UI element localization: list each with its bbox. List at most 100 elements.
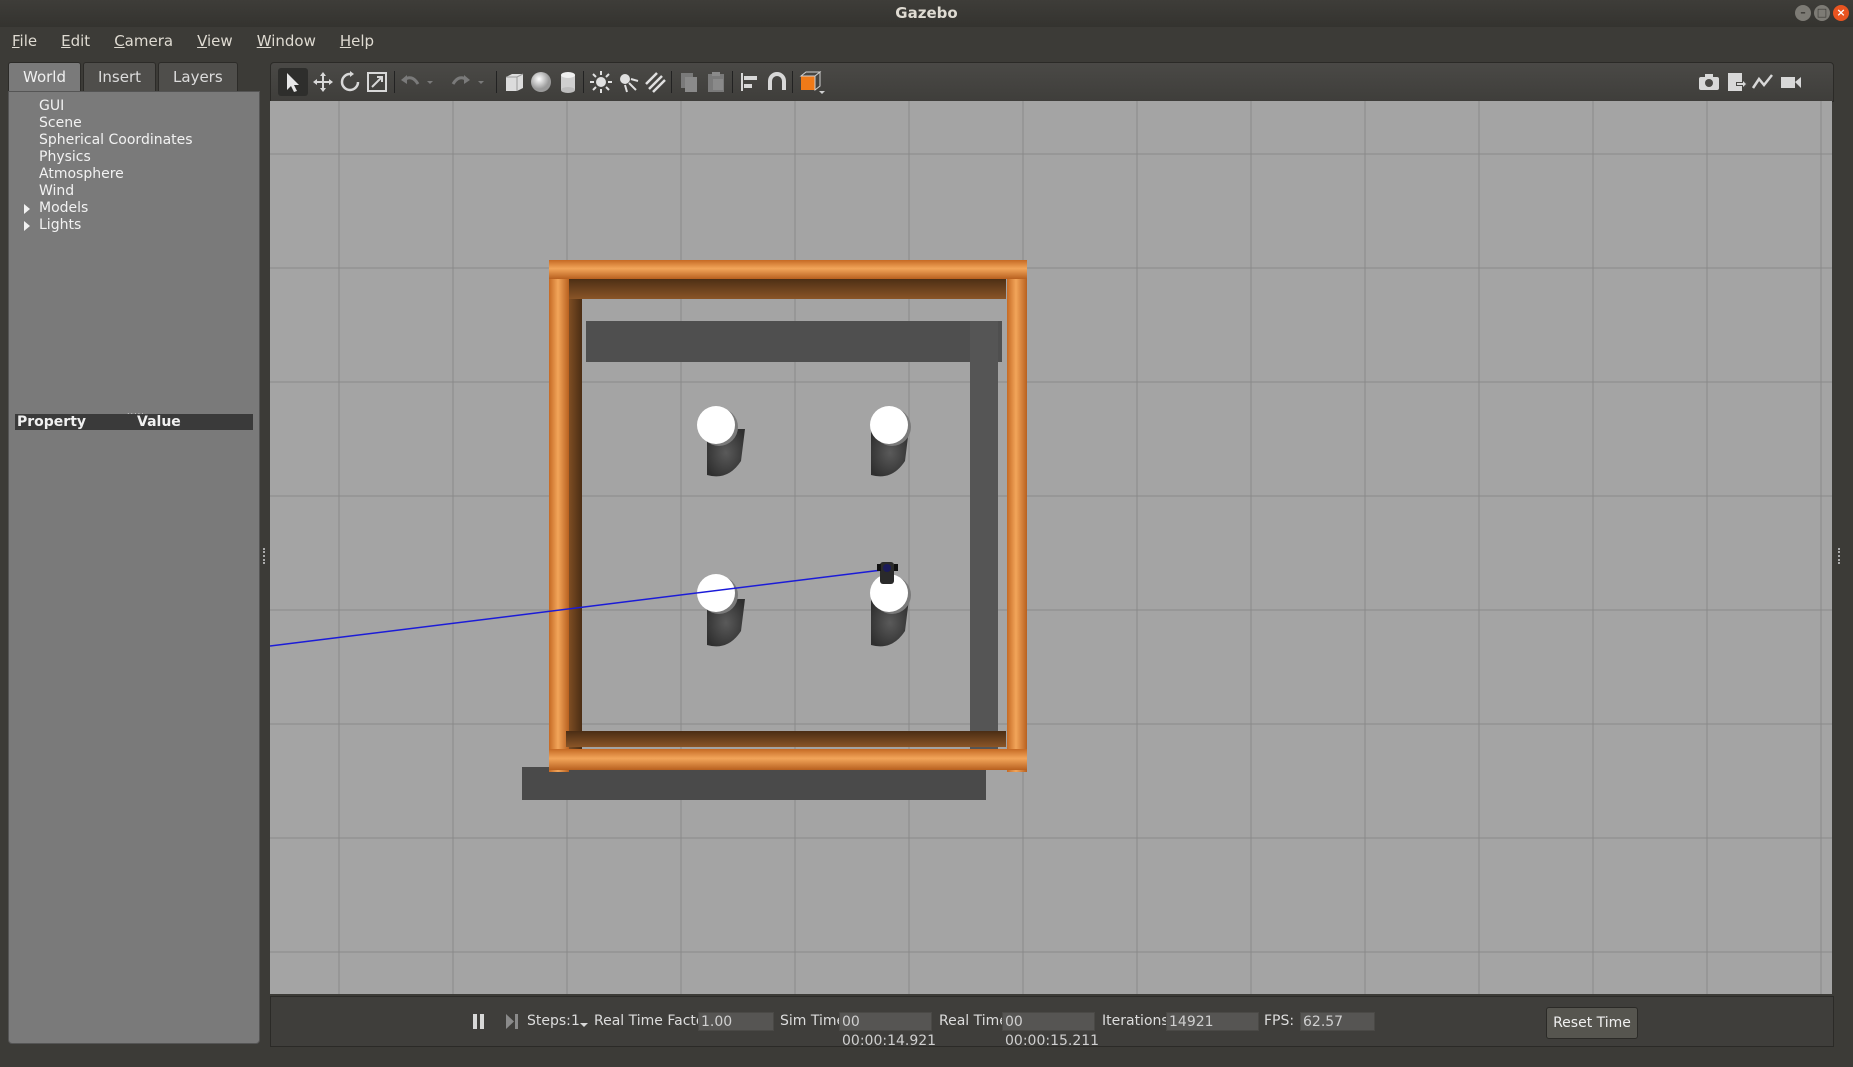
real-time-factor-field: 1.00 <box>698 1012 774 1031</box>
log-icon[interactable] <box>1724 70 1748 94</box>
tree-item-atmosphere[interactable]: Atmosphere <box>19 166 193 183</box>
property-table-header: Property Value <box>15 414 253 430</box>
plot-icon[interactable] <box>1751 70 1775 94</box>
property-column-header: Property <box>17 414 87 430</box>
world-tree: GUI Scene Spherical Coordinates Physics … <box>19 98 193 234</box>
3d-viewport[interactable] <box>270 101 1832 994</box>
window-titlebar: Gazebo – □ × <box>0 0 1853 27</box>
main-area: Steps: 1 Real Time Factor: 1.00 Sim Time… <box>270 62 1834 1049</box>
wall-bottom[interactable] <box>549 749 1027 770</box>
toolbar-separator <box>732 71 733 93</box>
snap-icon[interactable] <box>765 70 789 94</box>
expand-arrow-icon[interactable] <box>24 221 30 231</box>
cylinder-shape-icon[interactable] <box>556 70 580 94</box>
box-shape-icon[interactable] <box>502 70 526 94</box>
wall-shadow-top <box>586 321 1002 362</box>
wall-shadow-bottom <box>522 767 986 800</box>
step-icon[interactable] <box>504 997 520 1046</box>
undo-icon[interactable] <box>398 70 422 94</box>
wall-top[interactable] <box>549 260 1027 279</box>
tree-item-physics[interactable]: Physics <box>19 149 193 166</box>
sim-time-field: 00 00:00:14.921 <box>839 1012 936 1049</box>
iterations-field: 14921 <box>1166 1012 1259 1031</box>
tab-insert[interactable]: Insert <box>83 62 157 91</box>
redo-icon[interactable] <box>449 70 473 94</box>
real-time-field: 00 00:00:15.211 <box>1002 1012 1099 1049</box>
tree-item-wind[interactable]: Wind <box>19 183 193 200</box>
wall-bottom-inner <box>566 731 1006 747</box>
pillar-top-right[interactable] <box>870 406 911 477</box>
menu-camera[interactable]: Camera <box>102 32 185 50</box>
spot-light-icon[interactable] <box>616 70 640 94</box>
tree-item-lights[interactable]: Lights <box>19 217 193 234</box>
toolbar-separator <box>671 71 672 93</box>
pause-icon[interactable] <box>471 997 487 1046</box>
tree-item-label: Physics <box>39 149 91 165</box>
toolbar-separator <box>496 71 497 93</box>
toolbar <box>270 62 1834 102</box>
tree-item-models[interactable]: Models <box>19 200 193 217</box>
rotate-icon[interactable] <box>338 70 362 94</box>
left-panel-collapse-handle[interactable] <box>263 548 268 564</box>
tab-layers[interactable]: Layers <box>158 62 238 91</box>
menu-view[interactable]: View <box>185 32 245 50</box>
toolbar-separator <box>792 71 793 93</box>
tree-item-label: Spherical Coordinates <box>39 132 193 148</box>
close-button[interactable]: × <box>1833 5 1849 21</box>
expand-arrow-icon[interactable] <box>24 204 30 214</box>
tree-item-label: Lights <box>39 217 82 233</box>
menu-window[interactable]: Window <box>245 32 328 50</box>
paste-icon[interactable] <box>704 70 728 94</box>
scene-canvas[interactable] <box>270 101 1832 994</box>
wall-right[interactable] <box>1007 260 1027 772</box>
left-panel: World Insert Layers GUI Scene Spherical … <box>8 62 260 1045</box>
value-column-header: Value <box>137 414 181 430</box>
wall-top-inner <box>566 278 1006 299</box>
undo-dropdown-icon[interactable] <box>424 70 436 94</box>
steps-label: Steps: <box>527 1013 571 1029</box>
redo-dropdown-icon[interactable] <box>475 70 487 94</box>
point-light-icon[interactable] <box>589 70 613 94</box>
select-arrow-icon[interactable] <box>278 68 308 96</box>
steps-dropdown-icon[interactable] <box>579 997 589 1046</box>
world-panel: GUI Scene Spherical Coordinates Physics … <box>8 91 260 1044</box>
real-time-factor-label: Real Time Factor: <box>594 1013 715 1029</box>
pillar-bottom-right[interactable] <box>870 574 911 647</box>
pillar-top-left[interactable] <box>697 406 745 477</box>
left-panel-tabs: World Insert Layers <box>8 62 240 91</box>
toolbar-separator <box>583 71 584 93</box>
minimize-button[interactable]: – <box>1795 5 1811 21</box>
wall-shadow-right <box>970 321 998 751</box>
maximize-button[interactable]: □ <box>1814 5 1830 21</box>
change-view-icon[interactable] <box>798 70 825 94</box>
fps-field: 62.57 <box>1300 1012 1375 1031</box>
copy-icon[interactable] <box>677 70 701 94</box>
right-panel-collapse-handle[interactable] <box>1838 548 1843 564</box>
menu-edit[interactable]: Edit <box>49 32 102 50</box>
fps-label: FPS: <box>1264 1013 1295 1029</box>
tree-item-label: Scene <box>39 115 82 131</box>
reset-time-button[interactable]: Reset Time <box>1546 1007 1638 1039</box>
align-icon[interactable] <box>738 70 762 94</box>
toolbar-separator <box>394 71 395 93</box>
window-title: Gazebo <box>895 4 958 22</box>
screenshot-icon[interactable] <box>1697 70 1721 94</box>
tree-item-label: Atmosphere <box>39 166 124 182</box>
iterations-label: Iterations: <box>1102 1013 1174 1029</box>
tree-item-gui[interactable]: GUI <box>19 98 193 115</box>
directional-light-icon[interactable] <box>643 70 667 94</box>
tree-item-scene[interactable]: Scene <box>19 115 193 132</box>
menu-help[interactable]: Help <box>328 32 386 50</box>
wall-left[interactable] <box>549 260 569 772</box>
scale-icon[interactable] <box>365 70 389 94</box>
tab-world[interactable]: World <box>8 62 81 91</box>
translate-icon[interactable] <box>311 70 335 94</box>
video-record-icon[interactable] <box>1779 70 1803 94</box>
tree-item-spherical-coordinates[interactable]: Spherical Coordinates <box>19 132 193 149</box>
tree-item-label: GUI <box>39 98 65 114</box>
tree-item-label: Models <box>39 200 89 216</box>
sphere-shape-icon[interactable] <box>529 70 553 94</box>
ground-grid <box>270 101 1832 994</box>
simulation-status-bar: Steps: 1 Real Time Factor: 1.00 Sim Time… <box>270 996 1834 1049</box>
menu-file[interactable]: File <box>0 32 49 50</box>
